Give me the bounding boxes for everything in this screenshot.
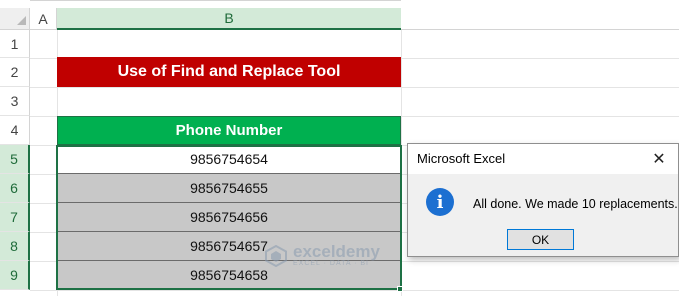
phone-cell-b7[interactable]: 9856754656 [57, 203, 401, 232]
row-header-3[interactable]: 3 [0, 87, 30, 116]
column-header-blank [401, 8, 679, 30]
exceldemy-logo-icon [265, 244, 287, 267]
info-icon: i [426, 188, 454, 216]
watermark-tagline: EXCEL · DATA · BI [293, 260, 369, 267]
ok-button[interactable]: OK [507, 229, 574, 250]
row-header-2[interactable]: 2 [0, 58, 30, 87]
row-header-1[interactable]: 1 [0, 30, 30, 58]
top-border [30, 0, 401, 1]
watermark-name: exceldemy [293, 242, 380, 261]
gridline [30, 290, 679, 291]
row-header-4[interactable]: 4 [0, 116, 30, 145]
row-header-6[interactable]: 6 [0, 174, 30, 203]
fill-handle[interactable] [397, 286, 403, 292]
sheet-title-cell[interactable]: Use of Find and Replace Tool [57, 57, 401, 87]
select-all-triangle-icon [17, 16, 26, 25]
dialog-message: All done. We made 10 replacements. [473, 197, 678, 211]
row-header-8[interactable]: 8 [0, 232, 30, 261]
dialog-title: Microsoft Excel [417, 151, 506, 166]
watermark: exceldemy EXCEL · DATA · BI [265, 242, 380, 267]
phone-cell-b5[interactable]: 9856754654 [57, 145, 401, 174]
row-header-7[interactable]: 7 [0, 203, 30, 232]
row-header-9[interactable]: 9 [0, 261, 30, 290]
column-header-a[interactable]: A [30, 8, 57, 30]
message-box-dialog: Microsoft Excel ✕ i All done. We made 10… [407, 143, 679, 257]
column-header-b[interactable]: B [57, 8, 401, 30]
close-icon[interactable]: ✕ [646, 147, 672, 171]
phone-cell-b6[interactable]: 9856754655 [57, 174, 401, 203]
gridline [30, 87, 679, 88]
phone-number-header-cell[interactable]: Phone Number [57, 116, 401, 145]
row-header-5[interactable]: 5 [0, 145, 30, 174]
gridline [401, 30, 402, 296]
